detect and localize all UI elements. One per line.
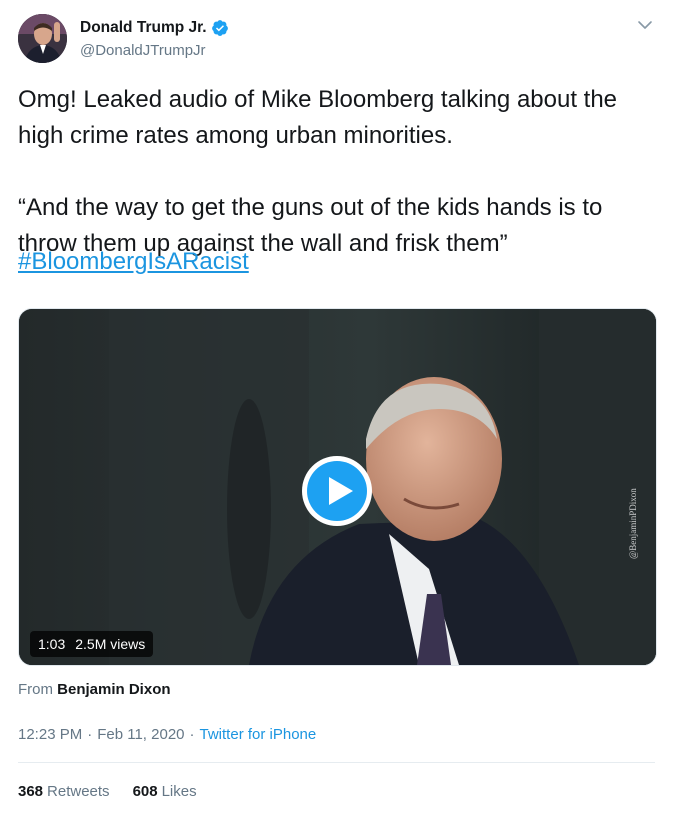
video-watermark: @BenjaminPDixon	[628, 488, 638, 560]
tweet-text: Omg! Leaked audio of Mike Bloomberg talk…	[18, 86, 618, 257]
author-display-name[interactable]: Donald Trump Jr.	[80, 19, 207, 37]
media-attribution: From Benjamin Dixon	[18, 681, 171, 698]
verified-badge-icon	[211, 19, 229, 37]
video-views: 2.5M views	[75, 636, 146, 652]
tweet-date[interactable]: Feb 11, 2020	[97, 726, 184, 743]
video-player[interactable]: @BenjaminPDixon 1:03 2.5M views	[18, 308, 657, 666]
author-name-row[interactable]: Donald Trump Jr.	[80, 19, 229, 37]
likes-label: Likes	[161, 783, 197, 800]
likes-stat[interactable]: 608 Likes	[133, 783, 197, 800]
hashtag-link[interactable]: #BloombergIsARacist	[18, 244, 249, 280]
author-handle[interactable]: @DonaldJTrumpJr	[80, 42, 206, 59]
tweet-meta: 12:23 PM · Feb 11, 2020 · Twitter for iP…	[18, 726, 316, 743]
tweet-time[interactable]: 12:23 PM	[18, 726, 82, 743]
retweets-count: 368	[18, 783, 44, 800]
likes-count: 608	[132, 783, 158, 800]
retweets-label: Retweets	[47, 783, 110, 800]
avatar[interactable]	[18, 14, 67, 63]
meta-separator: ·	[189, 726, 195, 743]
video-info-badge: 1:03 2.5M views	[30, 631, 154, 657]
meta-separator: ·	[87, 726, 93, 743]
tweet-stats: 368 Retweets 608 Likes	[18, 783, 220, 800]
attribution-source-link[interactable]: Benjamin Dixon	[57, 681, 170, 698]
tweet-card: Donald Trump Jr. @DonaldJTrumpJr Omg! Le…	[0, 0, 675, 817]
tweet-client-link[interactable]: Twitter for iPhone	[200, 726, 317, 743]
video-duration: 1:03	[38, 636, 66, 652]
play-icon[interactable]	[300, 454, 374, 528]
chevron-down-icon[interactable]	[636, 16, 654, 34]
divider	[18, 762, 655, 763]
retweets-stat[interactable]: 368 Retweets	[18, 783, 110, 800]
attribution-prefix: From	[18, 681, 53, 698]
